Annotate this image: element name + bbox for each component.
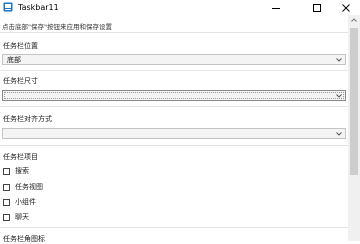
chevron-down-icon — [336, 132, 342, 136]
position-label: 任务栏位置 — [3, 42, 38, 50]
chevron-down-icon — [336, 58, 342, 62]
search-checkbox-row[interactable]: 搜索 — [3, 166, 29, 176]
position-value: 底部 — [7, 56, 21, 64]
widgets-checkbox-row[interactable]: 小组件 — [3, 197, 36, 207]
divider — [0, 70, 348, 71]
widgets-checkbox[interactable] — [3, 198, 10, 206]
size-dropdown[interactable] — [2, 90, 346, 101]
divider — [0, 32, 348, 33]
search-checkbox[interactable] — [3, 167, 10, 175]
task-view-checkbox-row[interactable]: 任务视图 — [3, 182, 43, 192]
settings-panel: 点击底部"保存"按钮来应用和保存设置 任务栏位置 底部 任务栏尺寸 任务栏对齐方… — [0, 15, 348, 243]
chevron-down-icon — [336, 94, 342, 98]
vertical-scrollbar[interactable] — [348, 15, 360, 241]
chat-checkbox[interactable] — [3, 213, 10, 221]
search-checkbox-label: 搜索 — [15, 167, 29, 175]
widgets-checkbox-label: 小组件 — [15, 198, 36, 206]
scrollbar-thumb[interactable] — [350, 28, 358, 175]
alignment-dropdown[interactable] — [2, 128, 346, 139]
focus-rect — [4, 92, 344, 99]
divider — [0, 106, 348, 107]
save-hint-text: 点击底部"保存"按钮来应用和保存设置 — [2, 23, 112, 31]
alignment-label: 任务栏对齐方式 — [3, 115, 52, 123]
taskbar-items-label: 任务栏项目 — [3, 153, 38, 161]
app-window-icon — [3, 2, 13, 12]
task-view-checkbox[interactable] — [3, 183, 10, 191]
size-label: 任务栏尺寸 — [3, 77, 38, 85]
close-button[interactable] — [334, 0, 358, 15]
maximize-icon — [313, 3, 321, 12]
task-view-checkbox-label: 任务视图 — [15, 183, 43, 191]
maximize-button[interactable] — [305, 0, 329, 15]
corner-icons-label: 任务栏角图标 — [3, 235, 45, 243]
title-bar[interactable]: Taskbar11 — [0, 0, 360, 15]
divider — [0, 145, 348, 146]
close-icon — [342, 3, 350, 12]
position-dropdown[interactable]: 底部 — [2, 54, 346, 65]
chat-checkbox-label: 聊天 — [15, 213, 29, 221]
minimize-icon — [272, 7, 280, 9]
scroll-up-arrow-icon[interactable] — [351, 18, 357, 22]
window-title: Taskbar11 — [18, 3, 59, 12]
divider — [0, 227, 348, 228]
minimize-button[interactable] — [264, 0, 288, 15]
chat-checkbox-row[interactable]: 聊天 — [3, 212, 29, 222]
